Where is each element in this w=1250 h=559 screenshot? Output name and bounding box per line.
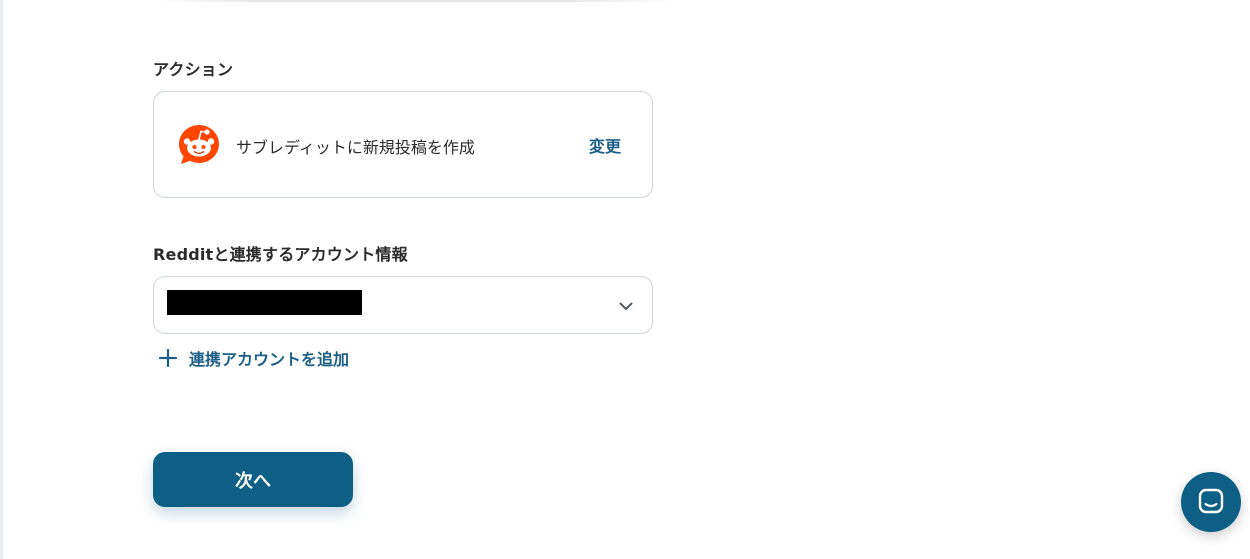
- app-page: アクション サブレディットに新規投稿を作成 変更 Redditと連携するアカウン…: [0, 0, 1250, 559]
- account-section-label: Redditと連携するアカウント情報: [153, 245, 408, 264]
- selected-account-redacted: [167, 290, 362, 315]
- chat-launcher-button[interactable]: [1181, 472, 1241, 532]
- action-name: サブレディットに新規投稿を作成: [236, 138, 475, 157]
- change-action-link[interactable]: 変更: [589, 133, 621, 157]
- chevron-down-icon: [619, 302, 633, 310]
- reddit-icon: [179, 125, 219, 164]
- action-card: サブレディットに新規投稿を作成 変更: [153, 91, 653, 198]
- chat-bubble-icon: [1198, 488, 1224, 514]
- add-account-link[interactable]: 連携アカウントを追加: [158, 346, 349, 370]
- account-select[interactable]: [153, 276, 653, 334]
- action-section-label: アクション: [153, 60, 234, 79]
- top-divider: [153, 0, 673, 2]
- plus-icon: [158, 348, 178, 368]
- add-account-label: 連携アカウントを追加: [189, 350, 350, 369]
- next-button[interactable]: 次へ: [153, 452, 353, 507]
